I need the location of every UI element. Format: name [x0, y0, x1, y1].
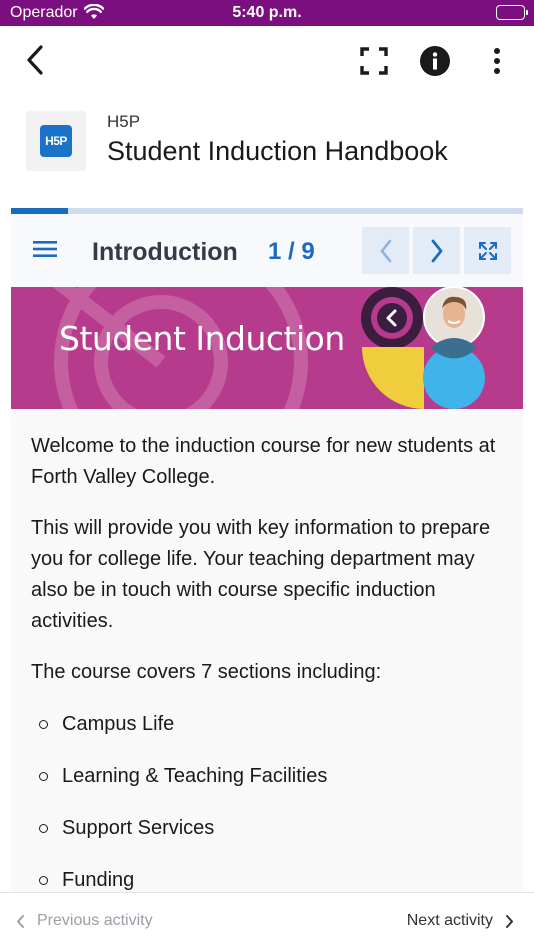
- info-icon: [420, 46, 450, 76]
- list-item: Campus Life: [62, 713, 175, 735]
- chevron-right-icon: [506, 914, 513, 928]
- previous-page-button[interactable]: [362, 227, 409, 274]
- activity-header: H5P H5P Student Induction Handbook: [0, 100, 534, 200]
- back-icon: [27, 45, 43, 75]
- list-item: Support Services: [62, 817, 215, 839]
- info-paragraph: This will provide you with key informati…: [31, 517, 491, 632]
- menu-icon: [33, 241, 57, 257]
- list-bullet: [39, 720, 48, 729]
- back-button[interactable]: [18, 40, 52, 80]
- next-activity-label: Next activity: [406, 912, 493, 929]
- student-induction-banner: Student Induction: [11, 287, 523, 409]
- next-page-button[interactable]: [413, 227, 460, 274]
- table-of-contents-button[interactable]: [31, 236, 59, 262]
- app-top-bar: [0, 26, 534, 96]
- list-bullet: [39, 876, 48, 885]
- page-title: Student Induction Handbook: [107, 136, 448, 166]
- chapter-title: Introduction: [92, 238, 238, 266]
- chapter-content[interactable]: Welcome to the induction course for new …: [11, 409, 523, 892]
- h5p-logo: H5P: [26, 111, 86, 171]
- banner-title: Student Induction: [59, 319, 345, 358]
- h5p-logo-mark: H5P: [40, 125, 72, 157]
- list-bullet: [39, 772, 48, 781]
- previous-activity-button[interactable]: Previous activity: [16, 912, 153, 930]
- list-bullet: [39, 824, 48, 833]
- activity-type-label: H5P: [107, 112, 141, 131]
- status-bar: Operador 5:40 p.m.: [0, 0, 534, 26]
- battery-icon: [496, 5, 528, 20]
- more-options-button[interactable]: [480, 42, 514, 80]
- list-item: Learning & Teaching Facilities: [62, 765, 328, 787]
- fullscreen-icon: [360, 47, 388, 75]
- page-counter: 1 / 9: [268, 238, 315, 265]
- more-vertical-icon: [494, 48, 500, 74]
- previous-activity-label: Previous activity: [37, 912, 153, 929]
- next-activity-button[interactable]: Next activity: [407, 912, 514, 930]
- list-item: Funding: [62, 869, 135, 891]
- chevron-left-icon: [380, 239, 391, 262]
- fullscreen-button[interactable]: [355, 42, 393, 80]
- expand-icon: [478, 241, 497, 260]
- sections-paragraph: The course covers 7 sections including:: [31, 661, 382, 683]
- activity-navigation-bar: Previous activity Next activity: [0, 892, 534, 950]
- chevron-left-icon: [17, 914, 24, 928]
- intro-paragraph: Welcome to the induction course for new …: [31, 435, 496, 488]
- chevron-right-icon: [431, 239, 442, 262]
- expand-book-button[interactable]: [464, 227, 511, 274]
- book-navigation-bar: Introduction 1 / 9: [11, 214, 523, 287]
- clock: 5:40 p.m.: [232, 4, 302, 21]
- info-button[interactable]: [416, 42, 454, 80]
